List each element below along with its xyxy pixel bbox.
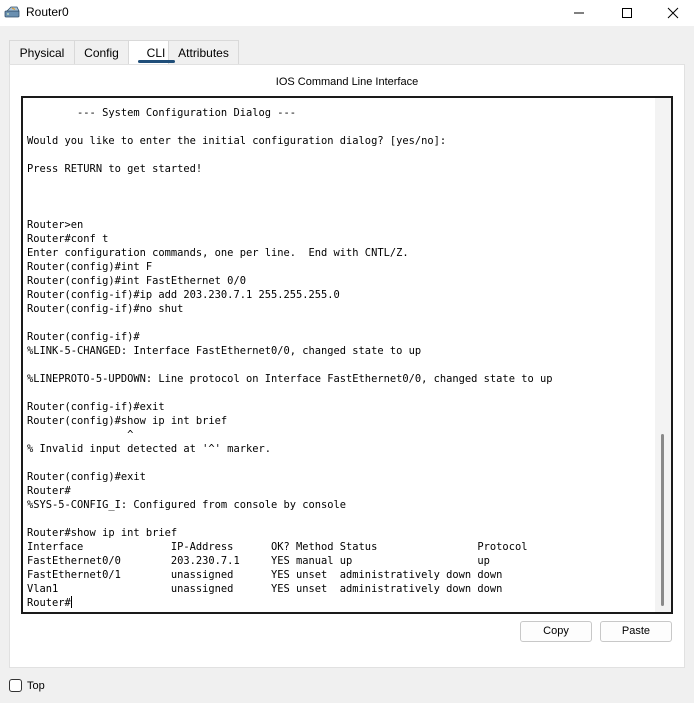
terminal-line: Router#conf t [27, 233, 109, 245]
terminal-line: Router#show ip int brief [27, 527, 178, 539]
maximize-button[interactable] [604, 0, 650, 26]
terminal-line: % Invalid input detected at '^' marker. [27, 443, 271, 455]
copy-button[interactable]: Copy [520, 621, 592, 642]
terminal-line: FastEthernet0/1 unassigned YES unset adm… [27, 569, 503, 581]
terminal-line: Press RETURN to get started! [27, 163, 203, 175]
tab-attributes[interactable]: Attributes [168, 40, 239, 65]
terminal-scrollbar[interactable] [655, 98, 671, 612]
terminal-line: Router# [27, 596, 72, 609]
terminal-line: Router(config)#int F [27, 261, 153, 273]
active-tab-indicator [138, 60, 175, 63]
terminal-line: Would you like to enter the initial conf… [27, 135, 447, 147]
terminal-line: %LINK-5-CHANGED: Interface FastEthernet0… [27, 345, 422, 357]
terminal-output: --- System Configuration Dialog --- Would… [27, 106, 655, 610]
terminal-line: --- System Configuration Dialog --- [27, 107, 296, 119]
window-title: Router0 [26, 5, 69, 19]
top-checkbox-label: Top [27, 680, 45, 692]
minimize-icon [574, 12, 584, 14]
terminal-line: Router(config)#show ip int brief [27, 415, 228, 427]
cli-terminal[interactable]: --- System Configuration Dialog --- Would… [21, 96, 673, 614]
terminal-line: %SYS-5-CONFIG_I: Configured from console… [27, 499, 347, 511]
scrollbar-thumb[interactable] [661, 434, 664, 606]
terminal-line: Enter configuration commands, one per li… [27, 247, 409, 259]
terminal-line: Router>en [27, 219, 84, 231]
cli-panel: IOS Command Line Interface --- System Co… [9, 64, 685, 668]
text-cursor [70, 596, 72, 608]
terminal-line: FastEthernet0/0 203.230.7.1 YES manual u… [27, 555, 490, 567]
paste-button[interactable]: Paste [600, 621, 672, 642]
terminal-line: Router(config-if)#exit [27, 401, 165, 413]
terminal-line: %LINEPROTO-5-UPDOWN: Line protocol on In… [27, 373, 553, 385]
terminal-line: Router(config-if)#ip add 203.230.7.1 255… [27, 289, 340, 301]
tab-physical[interactable]: Physical [9, 40, 75, 65]
tab-strip: Physical Config CLI Attributes [9, 40, 239, 65]
terminal-line: Interface IP-Address OK? Method Status P… [27, 541, 528, 553]
terminal-line: Router# [27, 485, 71, 497]
panel-title: IOS Command Line Interface [275, 76, 419, 88]
top-checkbox[interactable] [9, 679, 22, 692]
title-bar: Router0 [0, 0, 694, 26]
tab-config[interactable]: Config [74, 40, 129, 65]
terminal-line: Router(config-if)# [27, 331, 140, 343]
maximize-icon [622, 8, 632, 18]
terminal-line: Vlan1 unassigned YES unset administrativ… [27, 583, 503, 595]
terminal-line: ^ [27, 429, 134, 441]
close-icon [667, 7, 679, 19]
terminal-line: Router(config)#int FastEthernet 0/0 [27, 275, 246, 287]
close-button[interactable] [650, 0, 694, 26]
minimize-button[interactable] [556, 0, 602, 26]
router-icon [4, 6, 20, 18]
terminal-line: Router(config)#exit [27, 471, 146, 483]
terminal-line: Router(config-if)#no shut [27, 303, 184, 315]
